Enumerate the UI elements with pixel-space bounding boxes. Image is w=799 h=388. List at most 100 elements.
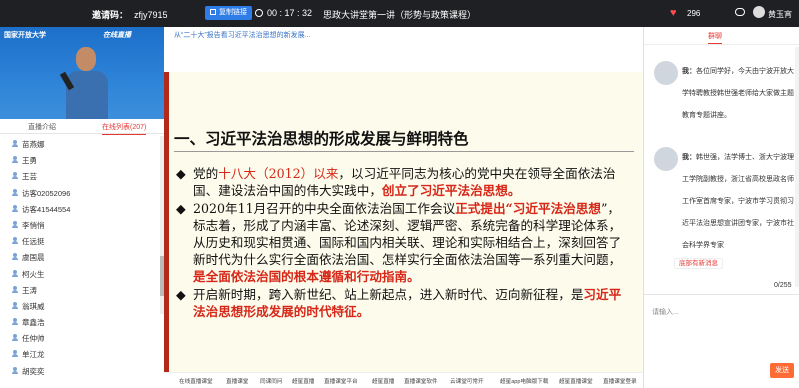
user-name: 章鑫浩	[22, 318, 45, 328]
message-text: 韩世强，法学博士、浙大宁波理工学院副教授，浙江省高校思政名师工作室首席专家，宁波…	[682, 154, 794, 249]
related-link[interactable]: 云课堂可常开	[450, 377, 484, 385]
user-name: 任远挺	[22, 237, 45, 247]
list-item[interactable]: 王勇	[0, 152, 160, 168]
user-icon	[12, 301, 18, 309]
user-name: 王芸	[22, 172, 37, 182]
slide-heading: 一、习近平法治思想的形成发展与鲜明特色	[174, 129, 469, 148]
user-icon	[12, 334, 18, 342]
copy-icon	[210, 9, 216, 15]
user-icon	[12, 172, 18, 180]
message-sender: 我：	[682, 154, 696, 161]
user-name: 苗燕娜	[22, 140, 45, 149]
user-icon	[12, 140, 18, 147]
related-link[interactable]: 在线直播课堂	[179, 377, 213, 385]
copy-link-button[interactable]: 复制链接	[205, 6, 252, 20]
user-name: 王涛	[22, 285, 37, 295]
list-item[interactable]: 虞国晨	[0, 249, 160, 265]
message-text: 各位同学好，今天由宁波开放大学特聘教授韩世强老师给大家做主题教育专题讲座。	[682, 68, 794, 119]
diamond-bullet-icon: ◆	[176, 201, 186, 216]
user-name: 访客41544554	[22, 204, 71, 214]
list-item[interactable]: 访客02052096	[0, 185, 160, 201]
avatar	[654, 61, 678, 85]
slide-accent-bar	[164, 72, 169, 372]
user-icon	[12, 156, 18, 164]
timer: 00 : 17 : 32	[255, 8, 312, 18]
related-link[interactable]: 超星直播	[372, 377, 394, 385]
list-item[interactable]: 单江龙	[0, 346, 160, 362]
timer-value: 00 : 17 : 32	[267, 8, 313, 18]
list-item[interactable]: 李悄悄	[0, 217, 160, 233]
user-name: 李悄悄	[22, 220, 45, 230]
related-link[interactable]: 直播课堂	[226, 377, 248, 385]
left-tabs: 直播介绍 在线列表(207)	[0, 119, 164, 135]
related-link[interactable]: 直播课堂登录	[603, 377, 637, 385]
top-bar: 邀请码： zfjy7915 复制链接 00 : 17 : 32 思政大讲堂第一讲（…	[0, 0, 799, 27]
user-icon	[12, 269, 18, 277]
user-icon	[12, 220, 18, 228]
tab-group-chat[interactable]: 群聊	[708, 31, 722, 44]
list-item[interactable]: 苗燕娜	[0, 136, 160, 152]
message-sender: 我：	[682, 68, 696, 75]
related-link[interactable]: 同课同问	[260, 377, 282, 385]
user-name: 胡奕奕	[22, 366, 45, 376]
char-counter: 0/255	[774, 282, 792, 289]
related-link[interactable]: 超星app电脑版下载	[500, 377, 549, 385]
speaker-video	[66, 45, 108, 119]
breadcrumb[interactable]: 从“二十大”报告看习近平法治思想的新发展...	[174, 30, 311, 40]
list-item[interactable]: 任远挺	[0, 233, 160, 249]
diamond-bullet-icon: ◆	[176, 166, 186, 181]
user-name: 单江龙	[22, 350, 45, 360]
live-logo: 在线直播	[103, 32, 131, 39]
diamond-bullet-icon: ◆	[176, 287, 186, 302]
user-icon	[12, 188, 18, 196]
list-item[interactable]: 任仲帅	[0, 330, 160, 346]
user-name: 柯火生	[22, 269, 45, 279]
list-item[interactable]: 访客41544554	[0, 201, 160, 217]
divider	[644, 294, 799, 295]
list-item[interactable]: 王芸	[0, 168, 160, 184]
user-name: 王勇	[22, 156, 37, 166]
list-item[interactable]: 翁琪威	[0, 298, 160, 314]
user-name: 翁琪威	[22, 301, 45, 311]
chat-input[interactable]: 请输入...	[652, 307, 679, 317]
user-icon	[12, 285, 18, 293]
user-icon	[12, 318, 18, 326]
online-user-list: 苗燕娜 王勇 王芸 访客02052096 访客41544554 李悄悄 任远挺 …	[0, 136, 160, 379]
slide-bullet-2: ◆ 2020年11月召开的中央全面依法治国工作会议正式提出“习近平法治思想”，标…	[176, 201, 622, 284]
user-icon	[12, 253, 18, 261]
divider	[644, 44, 799, 45]
invite-code: 邀请码： zfjy7915	[92, 8, 168, 21]
heart-icon[interactable]: ♥	[670, 7, 677, 19]
user-icon	[12, 350, 18, 358]
slide-divider	[174, 151, 634, 152]
tab-live-intro[interactable]: 直播介绍	[28, 122, 56, 132]
user-name: 访客02052096	[22, 188, 71, 198]
invite-code-value: zfjy7915	[134, 10, 168, 20]
page-title-text: 思政大讲堂第一讲（形势与政策课程）	[322, 10, 476, 20]
invite-label: 邀请码：	[92, 10, 129, 20]
new-message-notice[interactable]: 底部有新消息	[674, 258, 723, 269]
related-links-bar: 在线直播课堂 直播课堂 同课同问 超星直播 直播课堂平台 超星直播 直播课堂软件…	[164, 372, 643, 388]
tab-online-list[interactable]: 在线列表(207)	[102, 122, 147, 135]
related-link[interactable]: 直播课堂平台	[324, 377, 358, 385]
list-item[interactable]: 胡奕奕	[0, 363, 160, 379]
copy-link-label: 复制链接	[219, 9, 247, 16]
send-button[interactable]: 发送	[770, 363, 794, 378]
slide-bullet-3: ◆ 开启新时期，跨入新世纪、站上新起点，进入新时代、迈向新征程，是习近平法治思想…	[176, 287, 622, 319]
list-item[interactable]: 王涛	[0, 282, 160, 298]
avatar	[654, 147, 678, 171]
user-icon	[12, 366, 18, 374]
like-count: 296	[687, 9, 701, 18]
chat-icon[interactable]	[735, 8, 745, 16]
related-link[interactable]: 超星直播	[292, 377, 314, 385]
related-link[interactable]: 直播课堂软件	[404, 377, 438, 385]
related-link[interactable]: 超星直播课堂	[559, 377, 593, 385]
avatar[interactable]	[753, 6, 765, 18]
list-item[interactable]: 柯火生	[0, 266, 160, 282]
chat-panel: 群聊 我：各位同学好，今天由宁波开放大学特聘教授韩世强老师给大家做主题教育专题讲…	[643, 27, 799, 388]
user-icon	[12, 237, 18, 245]
username[interactable]: 黄玉宵	[768, 9, 792, 20]
video-player[interactable]: 国家开放大学 在线直播	[0, 27, 164, 119]
list-item[interactable]: 章鑫浩	[0, 314, 160, 330]
user-icon	[12, 204, 18, 212]
